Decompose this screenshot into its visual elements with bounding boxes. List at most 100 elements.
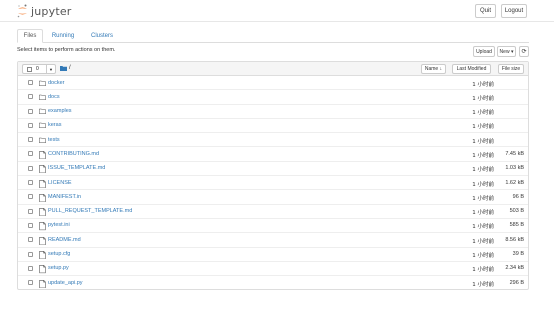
tab-clusters[interactable]: Clusters — [83, 29, 121, 43]
file-icon — [39, 179, 46, 188]
sort-by-name-button[interactable]: Name ↓ — [421, 64, 446, 74]
item-checkbox[interactable] — [28, 208, 33, 214]
list-item[interactable]: setup.cfg 1 小时前 39 B — [18, 248, 528, 262]
item-name-link[interactable]: ISSUE_TEMPLATE.md — [48, 165, 105, 171]
item-modified: 1 小时前 — [472, 81, 494, 88]
file-icon — [39, 251, 46, 260]
list-item[interactable]: examples 1 小时前 — [18, 105, 528, 119]
list-item[interactable]: MANIFEST.in 1 小时前 96 B — [18, 190, 528, 205]
item-name-link[interactable]: README.md — [48, 237, 81, 243]
root-breadcrumb[interactable]: / — [60, 65, 71, 71]
list-item[interactable]: keras 1 小时前 — [18, 119, 528, 134]
folder-icon — [60, 66, 67, 71]
item-checkbox[interactable] — [28, 280, 33, 286]
item-modified: 1 小时前 — [472, 152, 494, 159]
item-name-link[interactable]: setup.py — [48, 265, 69, 271]
folder-icon — [39, 80, 46, 87]
file-icon — [39, 222, 46, 231]
item-modified: 1 小时前 — [472, 138, 494, 145]
jupyter-logo[interactable]: jupyter — [17, 4, 72, 18]
item-name-link[interactable]: MANIFEST.in — [48, 194, 81, 200]
logo-text: jupyter — [31, 4, 72, 18]
file-icon — [39, 150, 46, 160]
file-icon — [39, 279, 46, 288]
list-item[interactable]: setup.py 1 小时前 2.34 kB — [18, 262, 528, 277]
item-modified: 1 小时前 — [472, 238, 494, 245]
item-checkbox[interactable] — [28, 237, 33, 243]
item-modified: 1 小时前 — [472, 124, 494, 131]
sort-by-size-button[interactable]: File size — [498, 64, 524, 74]
item-name-link[interactable]: examples — [48, 108, 72, 114]
item-size: 96 B — [512, 193, 524, 200]
file-icon — [39, 265, 46, 274]
folder-icon — [39, 122, 46, 129]
chevron-down-icon[interactable]: ▼ — [46, 65, 55, 73]
item-modified: 1 小时前 — [472, 224, 494, 231]
list-item[interactable]: CONTRIBUTING.md 1 小时前 7.45 kB — [18, 147, 528, 162]
file-rows: docker 1 小时前 docs 1 小时前 examples 1 小时前 keras 1 … — [18, 76, 528, 290]
item-name-link[interactable]: keras — [48, 122, 61, 128]
item-name-link[interactable]: docs — [48, 94, 60, 100]
file-icon — [39, 208, 46, 217]
list-item[interactable]: PULL_REQUEST_TEMPLATE.md 1 小时前 503 B — [18, 205, 528, 219]
item-size: 2.34 kB — [505, 265, 524, 272]
refresh-button[interactable]: ⟳ — [519, 46, 529, 57]
item-checkbox[interactable] — [28, 194, 33, 200]
item-name-link[interactable]: LICENSE — [48, 180, 72, 186]
quit-button[interactable]: Quit — [475, 4, 496, 18]
item-name-link[interactable]: tests — [48, 137, 60, 143]
item-checkbox[interactable] — [28, 108, 33, 114]
list-item[interactable]: ISSUE_TEMPLATE.md 1 小时前 1.03 kB — [18, 162, 528, 177]
jupyter-logo-icon — [17, 4, 27, 18]
item-checkbox[interactable] — [28, 180, 33, 186]
tab-files[interactable]: Files — [17, 29, 43, 43]
list-item[interactable]: LICENSE 1 小时前 1.62 kB — [18, 176, 528, 191]
item-modified: 1 小时前 — [472, 110, 494, 117]
select-all-checkbox[interactable] — [27, 66, 32, 72]
tab-running[interactable]: Running — [45, 29, 81, 43]
item-size: 296 B — [509, 279, 524, 286]
item-checkbox[interactable] — [28, 151, 33, 157]
selected-count: 0 — [36, 66, 39, 72]
upload-button[interactable]: Upload — [473, 46, 495, 57]
item-size: 1.03 kB — [505, 165, 524, 172]
item-checkbox[interactable] — [28, 265, 33, 271]
item-checkbox[interactable] — [28, 222, 33, 228]
item-modified: 1 小时前 — [472, 95, 494, 102]
item-name-link[interactable]: CONTRIBUTING.md — [48, 151, 99, 157]
sort-by-modified-button[interactable]: Last Modified — [452, 64, 491, 74]
item-checkbox[interactable] — [28, 80, 33, 85]
file-list: 0 ▼ / Name ↓ Last Modified File size doc… — [17, 61, 529, 290]
item-modified: 1 小时前 — [472, 167, 494, 174]
item-modified: 1 小时前 — [472, 181, 494, 188]
logout-button[interactable]: Logout — [501, 4, 527, 18]
item-checkbox[interactable] — [28, 165, 33, 171]
item-checkbox[interactable] — [28, 137, 33, 143]
item-name-link[interactable]: PULL_REQUEST_TEMPLATE.md — [48, 208, 132, 214]
list-item[interactable]: docs 1 小时前 — [18, 90, 528, 105]
item-size: 585 B — [509, 222, 524, 229]
list-item[interactable]: tests 1 小时前 — [18, 133, 528, 148]
item-size: 39 B — [512, 251, 524, 258]
item-size: 7.45 kB — [505, 150, 524, 157]
root-path: / — [69, 65, 71, 71]
folder-icon — [39, 94, 46, 101]
file-icon — [39, 236, 46, 245]
item-name-link[interactable]: docker — [48, 80, 65, 86]
new-dropdown-button[interactable]: New ▾ — [497, 46, 516, 57]
item-modified: 1 小时前 — [472, 281, 494, 288]
list-item[interactable]: README.md 1 小时前 8.56 kB — [18, 233, 528, 248]
item-checkbox[interactable] — [28, 251, 33, 257]
list-item[interactable]: pytest.ini 1 小时前 585 B — [18, 219, 528, 234]
item-modified: 1 小时前 — [472, 195, 494, 202]
item-name-link[interactable]: setup.cfg — [48, 251, 70, 257]
item-checkbox[interactable] — [28, 94, 33, 100]
item-name-link[interactable]: pytest.ini — [48, 222, 70, 228]
list-item[interactable]: docker 1 小时前 — [18, 76, 528, 91]
select-all-control[interactable]: 0 ▼ — [22, 64, 56, 74]
item-name-link[interactable]: update_api.py — [48, 280, 83, 286]
refresh-icon: ⟳ — [521, 49, 527, 55]
folder-icon — [39, 108, 46, 115]
item-checkbox[interactable] — [28, 122, 33, 128]
list-item[interactable]: update_api.py 1 小时前 296 B — [18, 276, 528, 290]
